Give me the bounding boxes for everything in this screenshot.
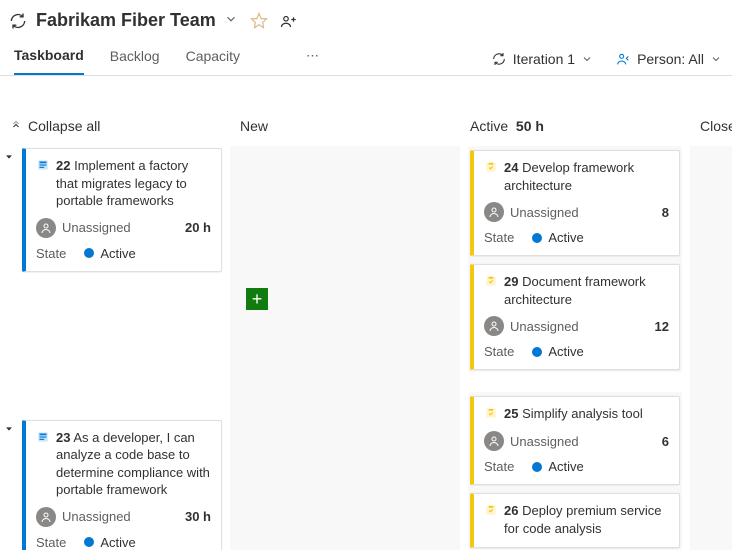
tab-taskboard[interactable]: Taskboard — [14, 47, 84, 75]
column-header-new: New — [230, 108, 460, 146]
state-value: Active — [84, 535, 135, 550]
iteration-label: Iteration 1 — [513, 51, 575, 67]
column-header-closed: Closed — [690, 108, 732, 146]
story-effort: 20 h — [185, 220, 211, 235]
team-dropdown[interactable] — [224, 12, 238, 29]
new-cell[interactable]: + — [238, 146, 452, 308]
assignee[interactable]: Unassigned — [36, 218, 131, 238]
assignee[interactable]: Unassigned — [484, 316, 579, 336]
task-effort: 12 — [655, 319, 669, 334]
task-card[interactable]: 29 Document framework architecture Unass… — [470, 264, 680, 370]
favorite-star-icon[interactable] — [250, 12, 268, 30]
active-hours: 50 h — [516, 118, 544, 134]
new-cell[interactable] — [238, 348, 452, 510]
task-icon — [484, 503, 498, 520]
story-card[interactable]: 23 As a developer, I can analyze a code … — [22, 420, 222, 550]
swimlane-collapse-caret[interactable] — [4, 422, 14, 437]
assignee[interactable]: Unassigned — [36, 507, 131, 527]
person-label: Person: All — [637, 51, 704, 67]
task-effort: 8 — [662, 205, 669, 220]
add-task-button[interactable]: + — [246, 288, 268, 310]
unassigned-avatar-icon — [36, 507, 56, 527]
user-story-icon — [36, 430, 50, 447]
unassigned-avatar-icon — [484, 202, 504, 222]
tab-backlog[interactable]: Backlog — [110, 48, 160, 74]
collapse-icon — [10, 120, 22, 132]
team-title[interactable]: Fabrikam Fiber Team — [36, 10, 216, 31]
tab-capacity[interactable]: Capacity — [186, 48, 240, 74]
state-label: State — [36, 535, 66, 550]
user-story-icon — [36, 158, 50, 175]
task-card[interactable]: 24 Develop framework architecture Unassi… — [470, 150, 680, 256]
task-card[interactable]: 26 Deploy premium service for code analy… — [470, 493, 680, 548]
column-header-active: Active 50 h — [460, 108, 690, 146]
unassigned-avatar-icon — [36, 218, 56, 238]
state-value: Active — [84, 246, 135, 261]
unassigned-avatar-icon — [484, 431, 504, 451]
task-icon — [484, 406, 498, 423]
sprint-icon — [491, 51, 507, 67]
task-card[interactable]: 25 Simplify analysis tool Unassigned 6 S… — [470, 396, 680, 485]
team-members-icon[interactable] — [280, 12, 298, 30]
tab-overflow[interactable]: ⋯ — [306, 48, 321, 74]
task-icon — [484, 160, 498, 177]
task-icon — [484, 274, 498, 291]
story-effort: 30 h — [185, 509, 211, 524]
state-label: State — [36, 246, 66, 261]
unassigned-avatar-icon — [484, 316, 504, 336]
assignee[interactable]: Unassigned — [484, 202, 579, 222]
chevron-down-icon — [710, 53, 722, 65]
sprint-icon — [8, 11, 28, 31]
story-card[interactable]: 22 Implement a factory that migrates leg… — [22, 148, 222, 272]
person-dropdown[interactable]: Person: All — [615, 51, 722, 67]
assignee[interactable]: Unassigned — [484, 431, 579, 451]
task-effort: 6 — [662, 434, 669, 449]
swimlane-collapse-caret[interactable] — [4, 150, 14, 165]
collapse-all[interactable]: Collapse all — [0, 108, 230, 146]
closed-cell[interactable] — [698, 360, 732, 510]
iteration-dropdown[interactable]: Iteration 1 — [491, 51, 593, 67]
person-icon — [615, 51, 631, 67]
chevron-down-icon — [581, 53, 593, 65]
closed-cell[interactable] — [698, 146, 732, 320]
